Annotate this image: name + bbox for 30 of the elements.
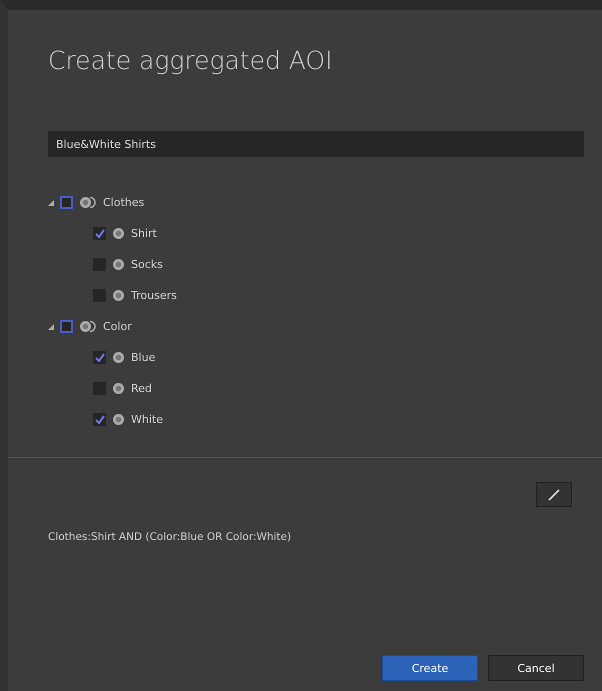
aoi-icon bbox=[112, 382, 125, 395]
name-input-field[interactable]: Blue&White Shirts bbox=[48, 131, 584, 157]
checkbox[interactable] bbox=[93, 351, 106, 364]
tree-item-label[interactable]: Socks bbox=[131, 258, 163, 271]
aoi-icon bbox=[112, 413, 125, 426]
tree-item-label[interactable]: Red bbox=[131, 382, 152, 395]
checkbox[interactable] bbox=[93, 413, 106, 426]
tree-item-label[interactable]: Trousers bbox=[131, 289, 177, 302]
pencil-icon bbox=[548, 488, 560, 500]
tree-item-label[interactable]: Color bbox=[103, 320, 132, 333]
expand-caret-icon[interactable] bbox=[48, 324, 54, 330]
edit-button[interactable] bbox=[536, 482, 572, 507]
tree-item-label[interactable]: Blue bbox=[131, 351, 156, 364]
tree-item-label[interactable]: White bbox=[131, 413, 163, 426]
tree-item-label[interactable]: Shirt bbox=[131, 227, 157, 240]
checkbox[interactable] bbox=[60, 196, 73, 209]
tree-item-label[interactable]: Clothes bbox=[103, 196, 144, 209]
cancel-button[interactable]: Cancel bbox=[488, 655, 584, 681]
create-button[interactable]: Create bbox=[382, 655, 478, 681]
aoi-group-icon bbox=[79, 196, 97, 209]
aoi-icon bbox=[112, 351, 125, 364]
checkbox[interactable] bbox=[93, 227, 106, 240]
checkbox[interactable] bbox=[60, 320, 73, 333]
aoi-icon bbox=[112, 289, 125, 302]
aoi-group-icon bbox=[79, 320, 97, 333]
aoi-icon bbox=[112, 227, 125, 240]
expression-text: Clothes:Shirt AND (Color:Blue OR Color:White) bbox=[48, 531, 292, 543]
aoi-icon bbox=[112, 258, 125, 271]
expand-caret-icon[interactable] bbox=[48, 200, 54, 206]
dialog-title: Create aggregated AOI bbox=[48, 46, 334, 75]
